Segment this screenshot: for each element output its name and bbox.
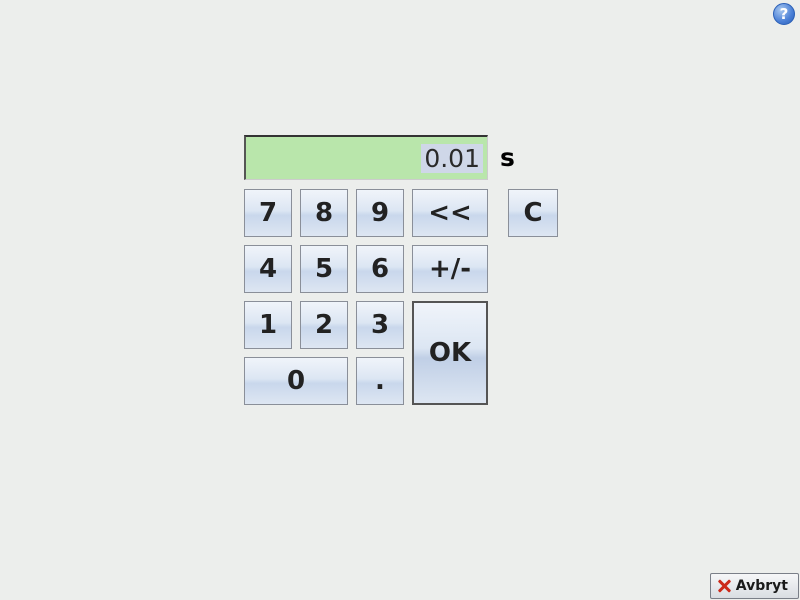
key-backspace[interactable]: << bbox=[412, 189, 488, 237]
key-0[interactable]: 0 bbox=[244, 357, 348, 405]
key-3[interactable]: 3 bbox=[356, 301, 404, 349]
key-decimal[interactable]: . bbox=[356, 357, 404, 405]
key-2[interactable]: 2 bbox=[300, 301, 348, 349]
cancel-button[interactable]: Avbryt bbox=[710, 573, 799, 599]
key-7[interactable]: 7 bbox=[244, 189, 292, 237]
key-sign[interactable]: +/- bbox=[412, 245, 488, 293]
key-9[interactable]: 9 bbox=[356, 189, 404, 237]
key-5[interactable]: 5 bbox=[300, 245, 348, 293]
cancel-label: Avbryt bbox=[736, 578, 788, 594]
display-row: 0.01 s bbox=[244, 135, 558, 180]
key-1[interactable]: 1 bbox=[244, 301, 292, 349]
close-icon bbox=[717, 579, 731, 593]
unit-label: s bbox=[500, 143, 515, 172]
display-field[interactable]: 0.01 bbox=[244, 135, 488, 180]
display-value: 0.01 bbox=[421, 144, 483, 173]
key-clear[interactable]: C bbox=[508, 189, 558, 237]
key-8[interactable]: 8 bbox=[300, 189, 348, 237]
key-ok[interactable]: OK bbox=[412, 301, 488, 405]
help-icon[interactable]: ? bbox=[773, 3, 795, 25]
numeric-keypad: 0.01 s 7 8 9 << C 4 5 6 +/- 1 2 3 0 . OK bbox=[244, 135, 558, 405]
key-6[interactable]: 6 bbox=[356, 245, 404, 293]
key-4[interactable]: 4 bbox=[244, 245, 292, 293]
